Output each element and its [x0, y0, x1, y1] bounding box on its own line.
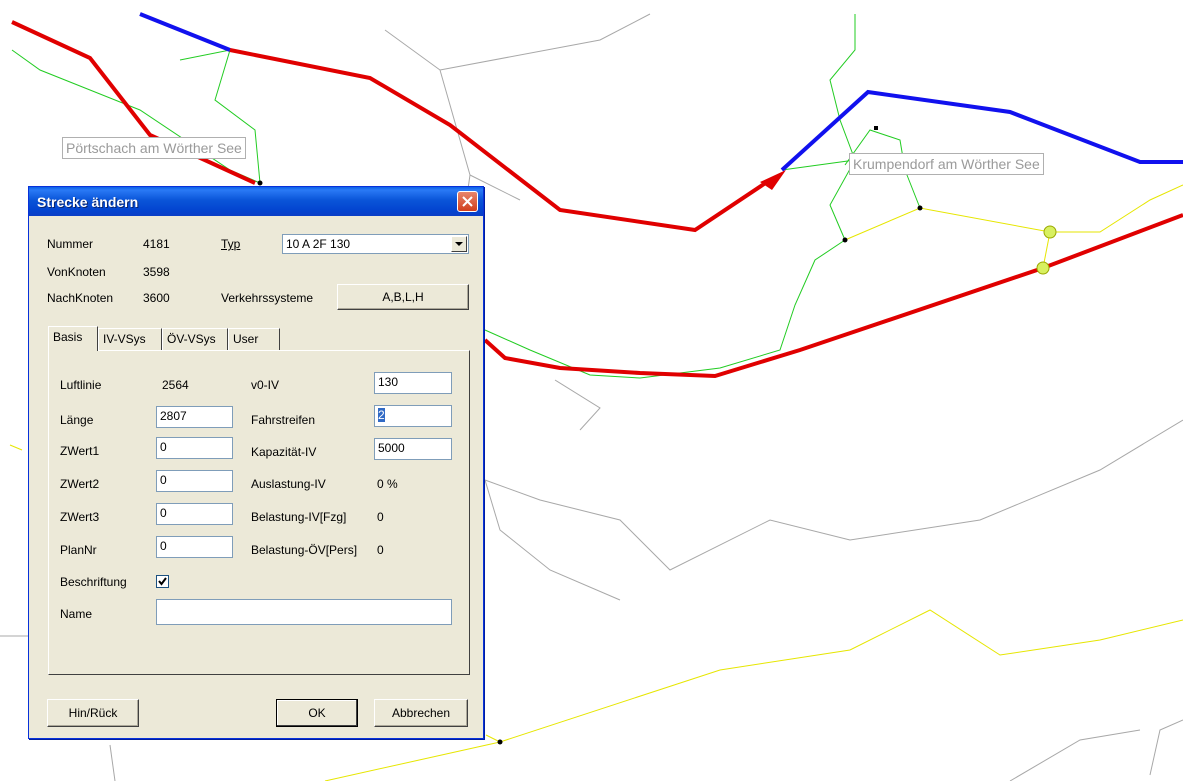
- vonknoten-value: 3598: [143, 265, 170, 279]
- verkehrssysteme-value: A,B,L,H: [382, 290, 424, 304]
- v0iv-label: v0-IV: [251, 378, 280, 392]
- luftlinie-value: 2564: [162, 378, 189, 392]
- zwert1-input[interactable]: 0: [156, 437, 233, 459]
- nummer-value: 4181: [143, 237, 170, 251]
- tab-basis[interactable]: Basis: [48, 326, 98, 351]
- vonknoten-label: VonKnoten: [47, 265, 106, 279]
- hin-rueck-button[interactable]: Hin/Rück: [47, 699, 139, 727]
- verkehrssysteme-button[interactable]: A,B,L,H: [337, 284, 469, 310]
- dialog-titlebar[interactable]: Strecke ändern: [29, 187, 483, 216]
- belastung-ov-label: Belastung-ÖV[Pers]: [251, 543, 358, 557]
- zwert1-label: ZWert1: [60, 444, 100, 458]
- chevron-down-icon: [455, 242, 463, 246]
- name-input[interactable]: [156, 599, 452, 625]
- tab-oev-vsys[interactable]: ÖV-VSys: [162, 328, 228, 350]
- nachknoten-value: 3600: [143, 291, 170, 305]
- fahrstreifen-label: Fahrstreifen: [251, 413, 316, 427]
- beschriftung-checkbox[interactable]: [156, 575, 169, 588]
- tab-basis-label: Basis: [53, 330, 83, 344]
- nummer-label: Nummer: [47, 237, 94, 251]
- tab-user[interactable]: User: [228, 328, 280, 350]
- zwert2-label: ZWert2: [60, 477, 100, 491]
- ok-button[interactable]: OK: [276, 699, 358, 727]
- zwert2-input[interactable]: 0: [156, 470, 233, 492]
- tab-iv-vsys[interactable]: IV-VSys: [98, 328, 162, 350]
- tab-user-label: User: [233, 332, 259, 346]
- v0iv-input[interactable]: 130: [374, 372, 452, 394]
- auslastung-label: Auslastung-IV: [251, 477, 326, 491]
- blue-links: [139, 12, 1183, 172]
- zone-node[interactable]: [1043, 225, 1057, 239]
- verkehrssysteme-label: Verkehrssysteme: [221, 291, 314, 305]
- belastung-iv-value: 0: [377, 510, 384, 524]
- typ-dropdown-value: 10 A 2F 130: [286, 237, 351, 251]
- beschriftung-label: Beschriftung: [60, 575, 127, 589]
- strecke-aendern-dialog: Strecke ändern Nummer 4181 VonKnoten 359…: [28, 186, 484, 739]
- auslastung-value: 0 %: [377, 477, 398, 491]
- zwert3-input[interactable]: 0: [156, 503, 233, 525]
- ok-label: OK: [308, 706, 326, 720]
- zwert3-label: ZWert3: [60, 510, 100, 524]
- hin-rueck-label: Hin/Rück: [68, 706, 118, 720]
- close-button[interactable]: [457, 191, 478, 212]
- belastung-iv-label: Belastung-IV[Fzg]: [251, 510, 347, 524]
- laenge-label: Länge: [60, 413, 94, 427]
- kapazitaet-input[interactable]: 5000: [374, 438, 452, 460]
- tab-iv-vsys-label: IV-VSys: [103, 332, 146, 346]
- name-label: Name: [60, 607, 93, 621]
- checkmark-icon: [158, 577, 167, 586]
- place-label-poertschach: Pörtschach am Wörther See: [62, 137, 246, 159]
- fahrstreifen-value: 2: [378, 408, 385, 422]
- typ-dropdown[interactable]: 10 A 2F 130: [282, 234, 469, 254]
- luftlinie-label: Luftlinie: [60, 378, 102, 392]
- dropdown-arrow-button[interactable]: [451, 236, 467, 252]
- fahrstreifen-input[interactable]: 2: [374, 405, 452, 427]
- belastung-ov-value: 0: [377, 543, 384, 557]
- close-icon: [462, 196, 473, 207]
- dialog-title: Strecke ändern: [37, 194, 139, 210]
- tab-oev-vsys-label: ÖV-VSys: [167, 332, 216, 346]
- zone-node[interactable]: [1036, 261, 1050, 275]
- kapazitaet-label: Kapazität-IV: [251, 445, 317, 459]
- plannr-input[interactable]: 0: [156, 536, 233, 558]
- nachknoten-label: NachKnoten: [47, 291, 114, 305]
- direction-arrow: [760, 170, 786, 190]
- place-label-krumpendorf: Krumpendorf am Wörther See: [849, 153, 1044, 175]
- typ-label: Typ: [221, 237, 241, 251]
- laenge-input[interactable]: 2807: [156, 406, 233, 428]
- abbrechen-label: Abbrechen: [391, 706, 451, 720]
- plannr-label: PlanNr: [60, 543, 97, 557]
- abbrechen-button[interactable]: Abbrechen: [374, 699, 468, 727]
